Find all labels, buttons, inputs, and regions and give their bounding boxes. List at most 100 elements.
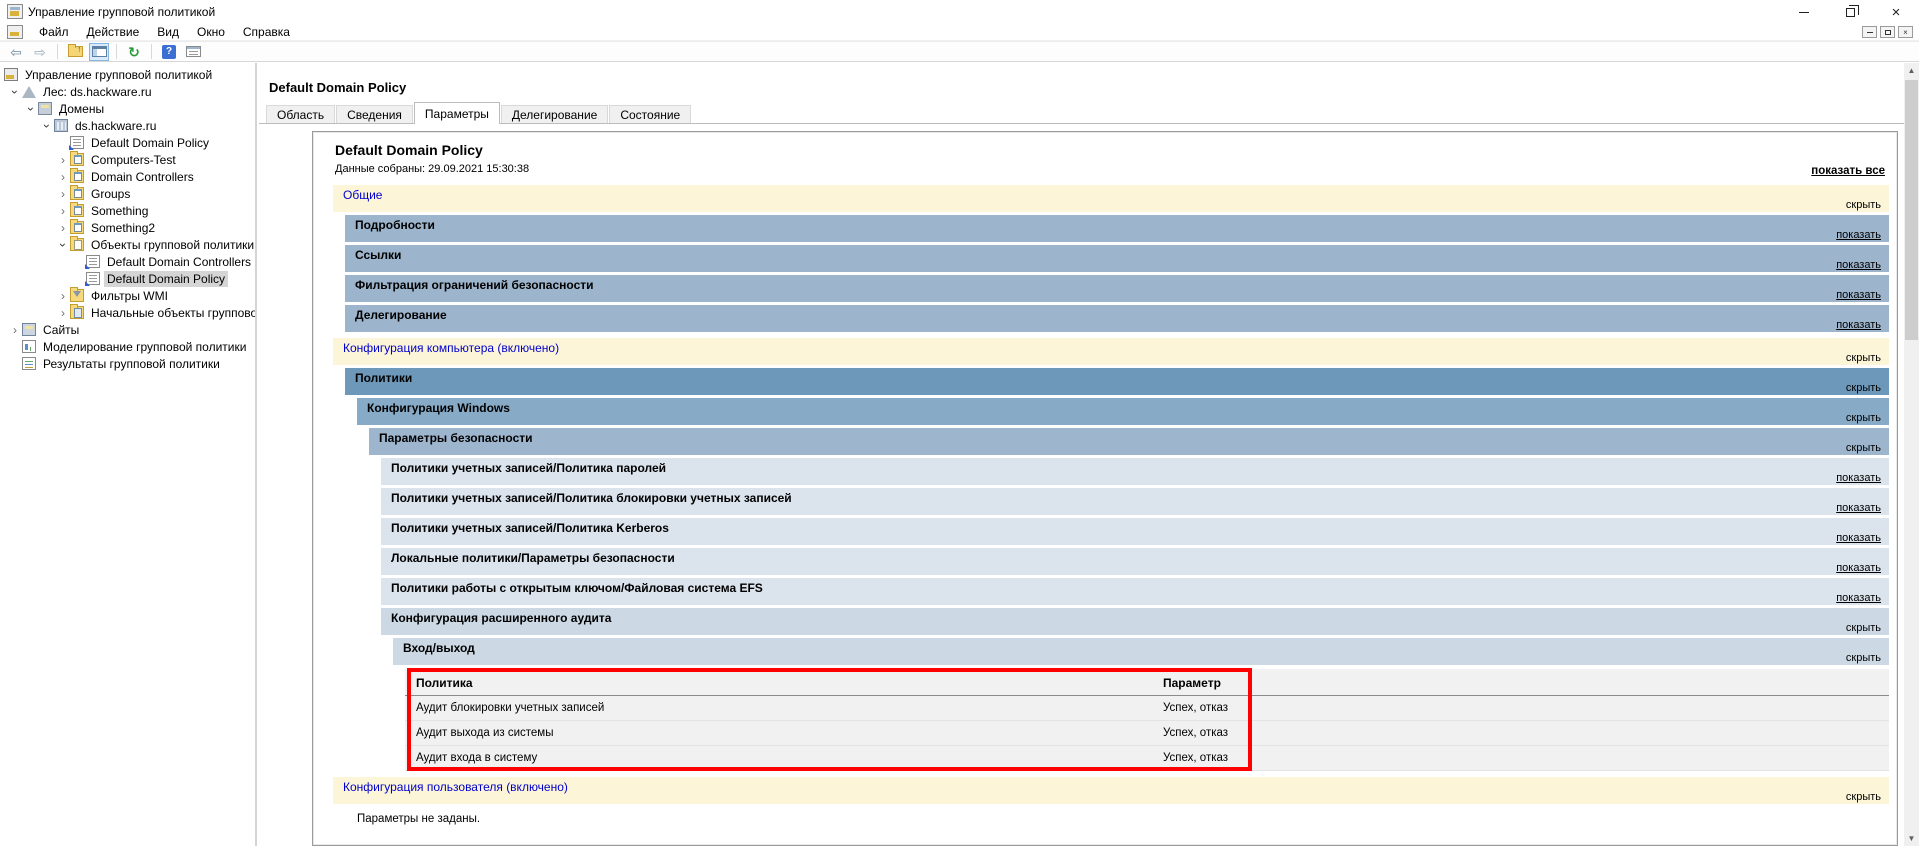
tree-item-default-domain-policy-selected[interactable]: › Default Domain Policy bbox=[0, 270, 255, 287]
window-controls: × bbox=[1781, 0, 1919, 24]
chevron-collapsed-icon[interactable]: › bbox=[56, 187, 70, 201]
hide-link[interactable]: скрыть bbox=[1846, 382, 1881, 394]
tree-item-gp-modeling[interactable]: › Моделирование групповой политики bbox=[0, 338, 255, 355]
chevron-expanded-icon[interactable]: › bbox=[24, 102, 38, 116]
tab-settings[interactable]: Параметры bbox=[414, 102, 500, 124]
tree-item-something2[interactable]: › Something2 bbox=[0, 219, 255, 236]
section-public-key-efs: Политики работы с открытым ключом/Файлов… bbox=[381, 578, 1889, 605]
child-restore-icon bbox=[1885, 30, 1891, 35]
ou-folder-icon bbox=[70, 153, 84, 166]
tree-item-wmi-filters[interactable]: › Фильтры WMI bbox=[0, 287, 255, 304]
vertical-scrollbar[interactable]: ▲ ▼ bbox=[1904, 63, 1919, 846]
tree-item-gpo-objects[interactable]: › Объекты групповой политики bbox=[0, 236, 255, 253]
starter-gpo-folder-icon bbox=[70, 306, 84, 319]
menu-help[interactable]: Справка bbox=[234, 24, 299, 41]
tab-details[interactable]: Сведения bbox=[336, 105, 413, 124]
show-link[interactable]: показать bbox=[1836, 319, 1881, 331]
chevron-collapsed-icon[interactable]: › bbox=[56, 153, 70, 167]
tab-strip: Область Сведения Параметры Делегирование… bbox=[266, 102, 692, 124]
menu-window[interactable]: Окно bbox=[188, 24, 234, 41]
tree-item-sites[interactable]: › Сайты bbox=[0, 321, 255, 338]
hide-link[interactable]: скрыть bbox=[1846, 791, 1881, 803]
tree-item-domains[interactable]: › Домены bbox=[0, 100, 255, 117]
toolbar-separator bbox=[151, 44, 152, 59]
tree-item-domain[interactable]: › ds.hackware.ru bbox=[0, 117, 255, 134]
tree-item-groups[interactable]: › Groups bbox=[0, 185, 255, 202]
export-list-button[interactable] bbox=[183, 43, 203, 61]
back-button[interactable]: ⇦ bbox=[6, 43, 26, 61]
hide-link[interactable]: скрыть bbox=[1846, 352, 1881, 364]
up-one-level-button[interactable] bbox=[65, 43, 85, 61]
scrollbar-thumb[interactable] bbox=[1905, 80, 1918, 340]
show-link[interactable]: показать bbox=[1836, 229, 1881, 241]
help-button[interactable]: ? bbox=[159, 43, 179, 61]
child-close-button[interactable]: × bbox=[1898, 26, 1913, 38]
restore-button[interactable] bbox=[1827, 0, 1873, 24]
ou-folder-icon bbox=[70, 221, 84, 234]
refresh-icon: ↻ bbox=[128, 45, 140, 59]
tree-item-forest[interactable]: › Лес: ds.hackware.ru bbox=[0, 83, 255, 100]
hide-link[interactable]: скрыть bbox=[1846, 412, 1881, 424]
menu-bar: Файл Действие Вид Окно Справка × bbox=[0, 24, 1919, 41]
show-link[interactable]: показать bbox=[1836, 592, 1881, 604]
show-link[interactable]: показать bbox=[1836, 532, 1881, 544]
refresh-button[interactable]: ↻ bbox=[124, 43, 144, 61]
column-header-policy: Политика bbox=[405, 676, 1163, 690]
chevron-collapsed-icon[interactable]: › bbox=[56, 289, 70, 303]
domain-icon bbox=[54, 119, 68, 132]
show-link[interactable]: показать bbox=[1836, 289, 1881, 301]
child-minimize-button[interactable] bbox=[1862, 26, 1877, 38]
chevron-collapsed-icon[interactable]: › bbox=[56, 204, 70, 218]
show-console-tree-button[interactable] bbox=[89, 43, 109, 61]
section-security-filtering: Фильтрация ограничений безопасности пока… bbox=[345, 275, 1889, 302]
chevron-expanded-icon[interactable]: › bbox=[56, 238, 70, 252]
close-button[interactable]: × bbox=[1873, 0, 1919, 24]
tree-item-something[interactable]: › Something bbox=[0, 202, 255, 219]
section-local-policies: Локальные политики/Параметры безопасност… bbox=[381, 548, 1889, 575]
section-kerberos-policy: Политики учетных записей/Политика Kerber… bbox=[381, 518, 1889, 545]
audit-settings-table: Политика Параметр Аудит блокировки учетн… bbox=[405, 669, 1889, 771]
chevron-collapsed-icon[interactable]: › bbox=[56, 306, 70, 320]
child-restore-button[interactable] bbox=[1880, 26, 1895, 38]
hide-link[interactable]: скрыть bbox=[1846, 652, 1881, 664]
scroll-down-arrow-icon[interactable]: ▼ bbox=[1904, 831, 1919, 846]
chevron-expanded-icon[interactable]: › bbox=[8, 85, 22, 99]
tab-scope[interactable]: Область bbox=[266, 105, 335, 124]
menu-view[interactable]: Вид bbox=[148, 24, 188, 41]
chevron-collapsed-icon[interactable]: › bbox=[8, 323, 22, 337]
tree-item-default-dc-policy[interactable]: › Default Domain Controllers Policy bbox=[0, 253, 255, 270]
hide-link[interactable]: скрыть bbox=[1846, 622, 1881, 634]
chevron-collapsed-icon[interactable]: › bbox=[56, 221, 70, 235]
menu-action[interactable]: Действие bbox=[78, 24, 149, 41]
gpo-icon bbox=[86, 255, 100, 268]
tree-item-gpo-link[interactable]: › Default Domain Policy bbox=[0, 134, 255, 151]
show-link[interactable]: показать bbox=[1836, 562, 1881, 574]
gpo-link-icon bbox=[70, 136, 84, 149]
show-link[interactable]: показать bbox=[1836, 472, 1881, 484]
tree-item-starter-gpos[interactable]: › Начальные объекты групповой поли bbox=[0, 304, 255, 321]
table-header-row: Политика Параметр bbox=[405, 671, 1889, 696]
sites-icon bbox=[22, 323, 36, 336]
hide-link[interactable]: скрыть bbox=[1846, 442, 1881, 454]
show-all-link[interactable]: показать все bbox=[1811, 165, 1885, 177]
ou-folder-icon bbox=[70, 204, 84, 217]
show-link[interactable]: показать bbox=[1836, 502, 1881, 514]
tab-status[interactable]: Состояние bbox=[609, 105, 691, 124]
minimize-button[interactable] bbox=[1781, 0, 1827, 24]
tree-item-root[interactable]: Управление групповой политикой bbox=[0, 66, 255, 83]
tree-item-domain-controllers[interactable]: › Domain Controllers bbox=[0, 168, 255, 185]
gp-modeling-icon bbox=[22, 340, 36, 353]
show-link[interactable]: показать bbox=[1836, 259, 1881, 271]
app-icon bbox=[7, 4, 23, 19]
scroll-up-arrow-icon[interactable]: ▲ bbox=[1904, 63, 1919, 78]
menu-file[interactable]: Файл bbox=[30, 24, 78, 41]
chevron-collapsed-icon[interactable]: › bbox=[56, 170, 70, 184]
back-arrow-icon: ⇦ bbox=[10, 45, 22, 59]
chevron-expanded-icon[interactable]: › bbox=[40, 119, 54, 133]
tree-item-computers-test[interactable]: › Computers-Test bbox=[0, 151, 255, 168]
tab-delegation[interactable]: Делегирование bbox=[501, 105, 608, 124]
toolbar: ⇦ ⇨ ↻ ? bbox=[0, 41, 1919, 62]
forward-button[interactable]: ⇨ bbox=[30, 43, 50, 61]
tree-item-gp-results[interactable]: › Результаты групповой политики bbox=[0, 355, 255, 372]
hide-link[interactable]: скрыть bbox=[1846, 199, 1881, 211]
